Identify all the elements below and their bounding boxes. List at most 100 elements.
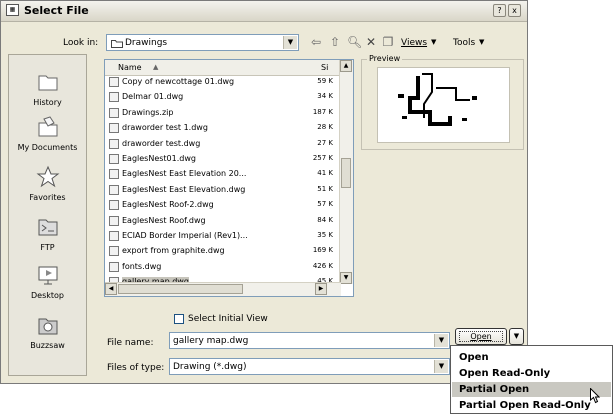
new-folder-icon[interactable]: ❐ [381,35,395,49]
dwg-file-icon [109,169,119,180]
file-name-cell: Delmar 01.dwg [122,92,184,102]
file-name-cell: EaglesNest Roof.dwg [122,215,206,225]
place-history[interactable]: History [9,70,86,107]
select-initial-view-checkbox[interactable] [174,314,184,324]
file-name-cell: EaglesNest Roof-2.dwg [122,200,214,210]
dwg-file-icon [109,184,119,195]
scroll-thumb[interactable] [341,158,351,188]
file-row[interactable]: Drawings.zip 187 K [109,107,337,119]
file-size-cell: 257 K [312,154,333,162]
file-name-cell: fonts.dwg [122,261,162,271]
tools-dropdown-arrow-icon[interactable]: ▼ [479,38,484,46]
up-folder-icon[interactable]: ⇧ [328,35,342,49]
dwg-file-icon [109,92,119,103]
file-list[interactable]: Name ▲ Si Copy of newcottage 01.dwg 59 K D… [104,59,354,297]
file-size-cell: 57 K [317,200,333,209]
drawing-thumbnail [398,73,477,126]
file-row[interactable]: draworder test 1.dwg 28 K [109,123,337,134]
files-of-type-label: Files of type: [107,363,165,373]
menu-item-partial-open-read-only[interactable]: Partial Open Read-Only [452,398,611,413]
menu-item-open-read-only[interactable]: Open Read-Only [452,366,611,381]
dialog-title: Select File [24,4,89,17]
views-dropdown-arrow-icon[interactable]: ▼ [431,38,436,46]
help-button[interactable]: ? [493,4,506,17]
file-size-cell: 41 K [317,169,333,178]
look-in-dropdown[interactable]: Drawings ▼ [106,34,299,51]
column-name[interactable]: Name [118,63,142,72]
menu-item-open[interactable]: Open [452,350,611,365]
favorites-icon [36,165,59,188]
file-row[interactable]: EaglesNest East Elevation 20... 41 K [109,169,337,180]
file-name-label: File name: [107,338,154,348]
file-name-cell: ECIAD Border Imperial (Rev1)... [122,231,248,240]
close-button[interactable]: x [508,4,521,17]
place-buzzsaw[interactable]: Buzzsaw [9,313,86,350]
dwg-file-icon [109,261,119,272]
file-name-value: gallery map.dwg [173,336,249,346]
preview-image [377,67,510,143]
file-size-cell: 35 K [317,231,333,239]
files-of-type-dropdown[interactable]: Drawing (*.dwg) ▼ [169,358,450,375]
scroll-right-icon[interactable]: ▶ [315,283,327,295]
desktop-icon [38,266,57,285]
place-desktop[interactable]: Desktop [9,263,86,300]
views-menu[interactable]: Views [401,38,427,48]
scroll-left-icon[interactable]: ◀ [105,283,117,295]
file-list-header: Name ▲ Si [105,60,341,76]
select-file-dialog: ▦ Select File ? x Look in: Drawings ▼ ⇦ … [0,0,528,384]
scroll-down-icon[interactable]: ▼ [340,272,352,284]
menu-item-partial-open[interactable]: Partial Open [452,382,611,397]
scroll-up-icon[interactable]: ▲ [340,60,352,72]
file-name-cell: EaglesNest East Elevation.dwg [122,184,246,194]
file-name-cell: draworder test 1.dwg [122,123,208,133]
file-size-cell: 426 K [312,261,333,270]
look-in-label: Look in: [63,38,99,48]
focus-rect [459,331,503,342]
file-name-cell: EaglesNest01.dwg [122,154,196,163]
open-button[interactable]: Open [455,328,507,345]
file-row[interactable]: EaglesNest Roof.dwg 84 K [109,215,337,227]
back-icon[interactable]: ⇦ [309,35,323,49]
file-row[interactable]: draworder test.dwg 27 K [109,138,337,150]
dwg-file-icon [109,77,119,87]
folder-icon [111,40,123,48]
history-icon [38,75,57,91]
file-name-field[interactable]: gallery map.dwg ▼ [169,332,450,349]
file-size-cell: 28 K [317,123,333,132]
column-size[interactable]: Si [321,63,328,72]
place-my-documents[interactable]: My Documents [9,115,86,152]
file-row[interactable]: Copy of newcottage 01.dwg 59 K [109,77,337,88]
vertical-scrollbar[interactable]: ▲ ▼ [339,60,353,284]
file-row[interactable]: EaglesNest Roof-2.dwg 57 K [109,200,337,211]
file-row[interactable]: Delmar 01.dwg 34 K [109,92,337,103]
horizontal-scrollbar[interactable]: ◀ ▶ [105,282,341,296]
file-row[interactable]: fonts.dwg 426 K [109,261,337,273]
file-row[interactable]: EaglesNest01.dwg 257 K [109,154,337,165]
file-row[interactable]: ECIAD Border Imperial (Rev1)... 35 K [109,231,337,242]
place-favorites[interactable]: Favorites [9,165,86,202]
ftp-icon [38,219,57,236]
delete-icon[interactable]: ✕ [364,35,378,49]
file-row[interactable]: export from graphite.dwg 169 K [109,246,337,257]
file-size-cell: 187 K [312,107,333,116]
dwg-file-icon [109,154,119,164]
file-size-cell: 34 K [317,92,333,101]
h-scroll-thumb[interactable] [118,284,243,294]
app-icon: ▦ [6,4,19,16]
file-name-cell: draworder test.dwg [122,138,201,148]
chevron-down-icon: ▼ [283,36,297,49]
file-size-cell: 59 K [317,77,333,85]
file-name-cell: EaglesNest East Elevation 20... [122,169,247,179]
file-size-cell: 169 K [312,246,333,255]
place-ftp[interactable]: FTP [9,215,86,252]
file-size-cell: 84 K [317,215,333,224]
search-web-icon[interactable]: 🔍︎ [347,35,362,49]
open-options-dropdown-button[interactable]: ▼ [509,328,524,345]
file-row[interactable]: EaglesNest East Elevation.dwg 51 K [109,184,337,196]
look-in-value: Drawings [125,38,168,48]
file-name-dropdown-icon[interactable]: ▼ [434,334,448,347]
files-of-type-chevron-icon: ▼ [434,360,448,373]
dwg-file-icon [109,231,119,241]
file-name-cell: export from graphite.dwg [122,246,225,256]
tools-menu[interactable]: Tools [453,38,475,48]
